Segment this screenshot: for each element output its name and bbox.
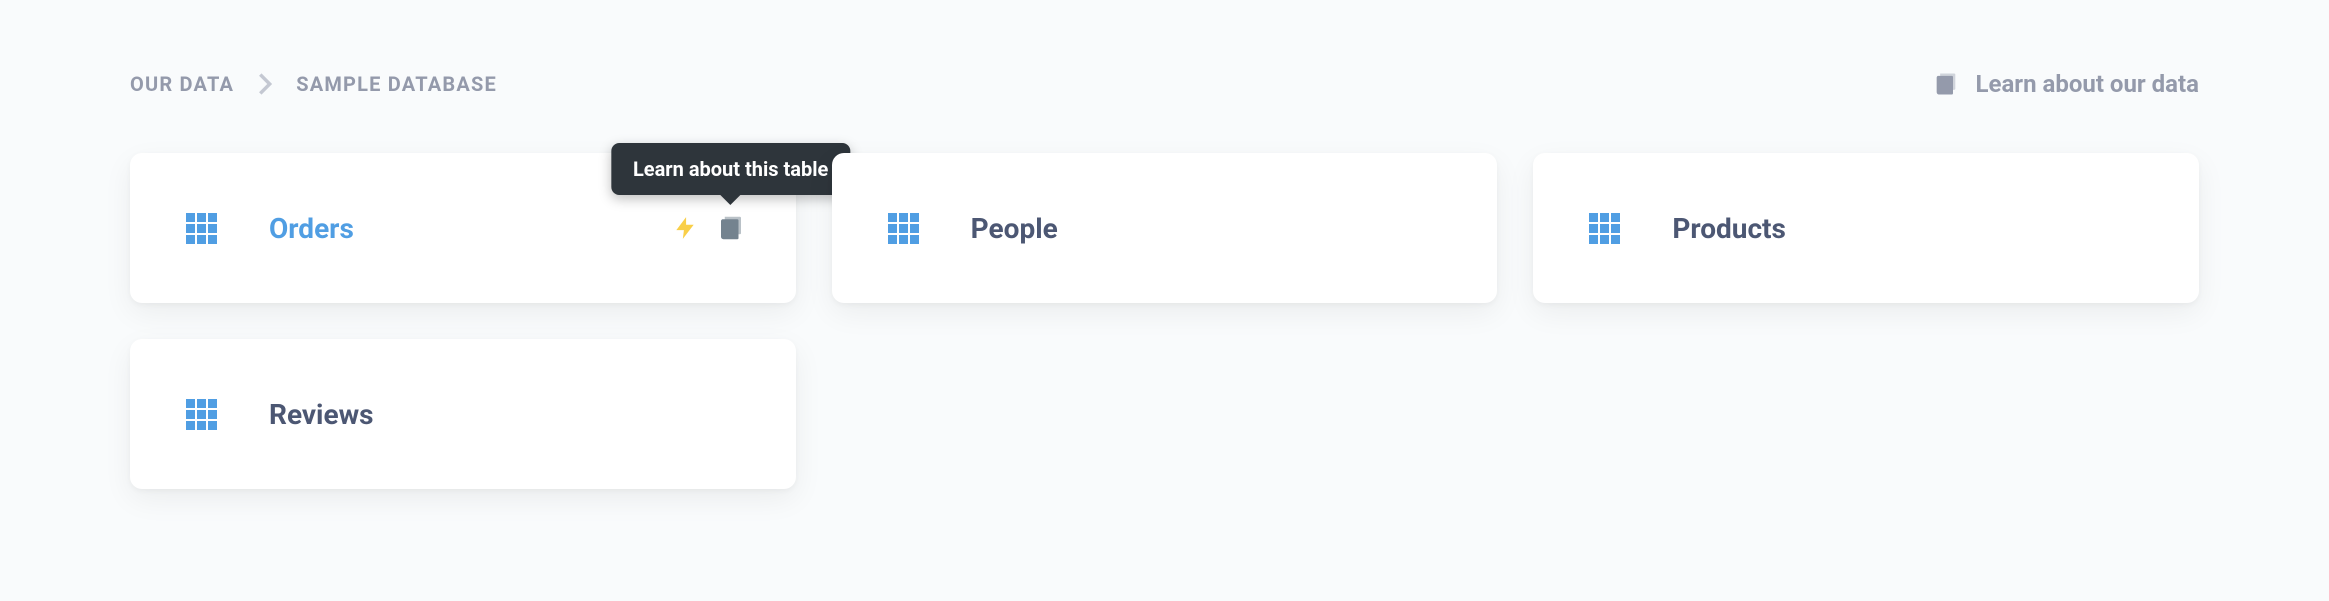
learn-link-label: Learn about our data [1976,70,2199,98]
table-title: Orders [269,212,354,245]
table-title: Reviews [269,398,374,431]
bolt-icon[interactable] [672,212,698,244]
table-icon [1589,213,1620,244]
table-title: People [971,212,1058,245]
book-icon[interactable]: Learn about this table [716,213,746,243]
card-left: People [888,212,1058,245]
breadcrumb-current[interactable]: SAMPLE DATABASE [296,72,497,96]
learn-about-data-link[interactable]: Learn about our data [1932,70,2199,98]
table-title: Products [1672,212,1786,245]
card-left: Products [1589,212,1786,245]
card-actions: Learn about this table [672,212,746,244]
card-left: Reviews [186,398,374,431]
book-icon [1932,70,1960,98]
table-icon [186,399,217,430]
breadcrumb: OUR DATA SAMPLE DATABASE [130,72,497,96]
tables-grid: Orders Learn about this table People [130,153,2199,489]
chevron-right-icon [258,73,272,95]
table-card-orders[interactable]: Orders Learn about this table [130,153,796,303]
table-icon [888,213,919,244]
header-row: OUR DATA SAMPLE DATABASE Learn about our… [130,70,2199,98]
breadcrumb-root[interactable]: OUR DATA [130,72,234,96]
card-left: Orders [186,212,354,245]
table-icon [186,213,217,244]
table-card-products[interactable]: Products [1533,153,2199,303]
page-container: OUR DATA SAMPLE DATABASE Learn about our… [0,0,2329,489]
table-card-reviews[interactable]: Reviews [130,339,796,489]
tooltip: Learn about this table [611,143,850,195]
table-card-people[interactable]: People [832,153,1498,303]
